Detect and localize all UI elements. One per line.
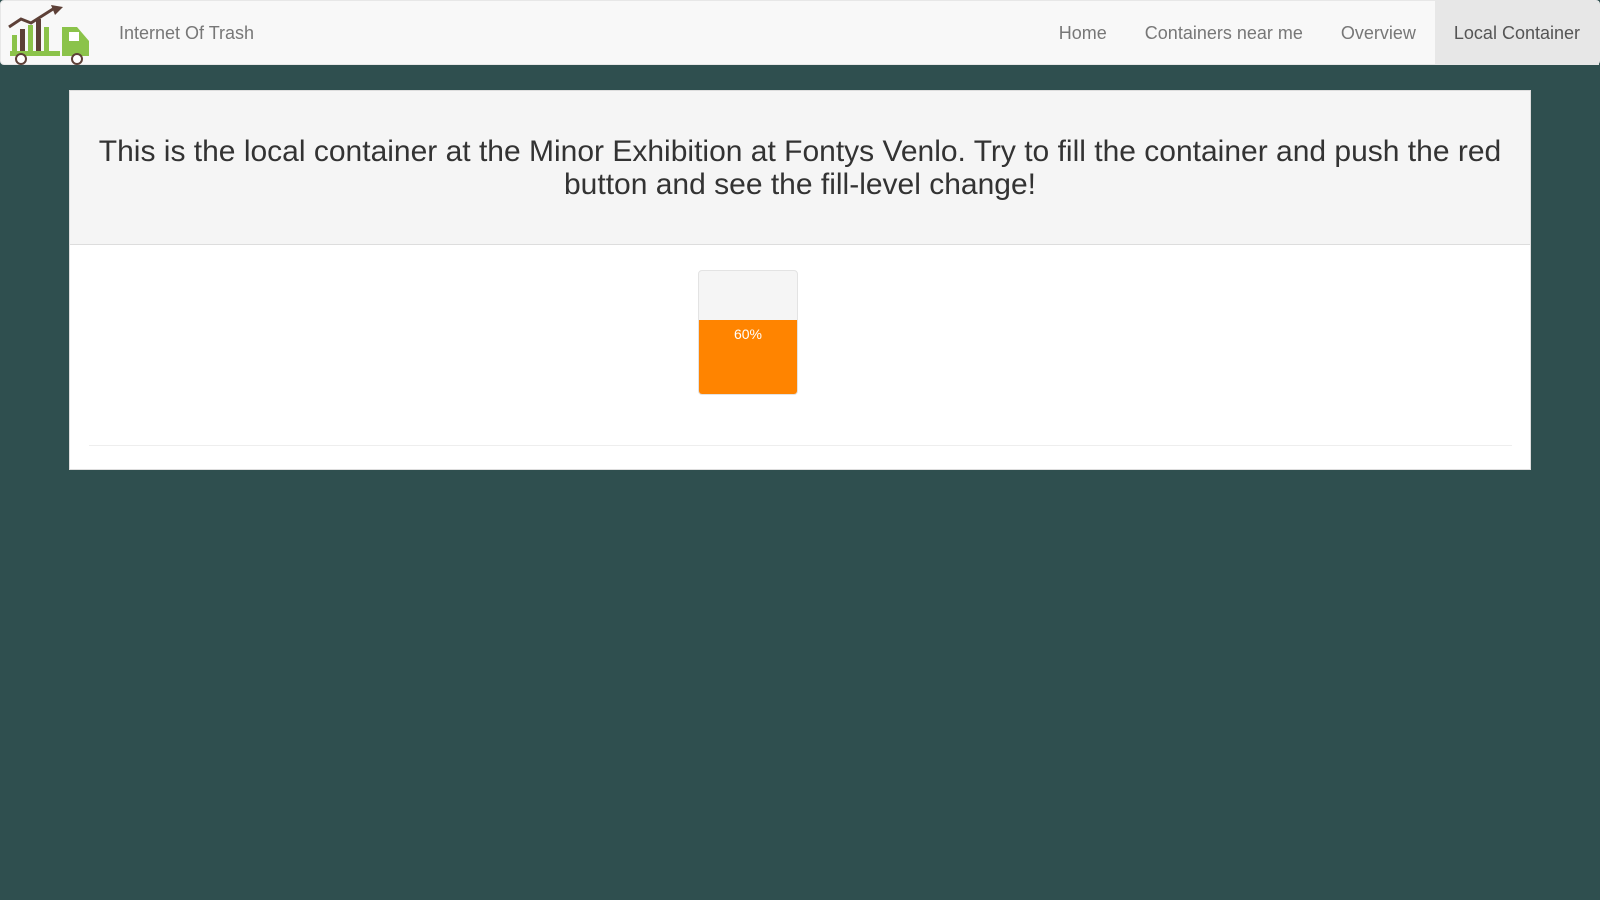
brand-title[interactable]: Internet Of Trash	[119, 1, 254, 65]
panel-heading: This is the local container at the Minor…	[70, 91, 1530, 245]
trash-truck-logo-icon[interactable]	[7, 5, 93, 65]
nav-item-containers-near-me[interactable]: Containers near me	[1126, 1, 1322, 65]
fill-level-gauge: 60%	[698, 270, 798, 395]
local-container-panel: This is the local container at the Minor…	[69, 90, 1531, 470]
fill-level-bar: 60%	[699, 320, 797, 394]
nav-item-home[interactable]: Home	[1040, 1, 1126, 65]
panel-heading-text: This is the local container at the Minor…	[98, 134, 1502, 201]
nav-item-overview[interactable]: Overview	[1322, 1, 1435, 65]
main-nav: Home Containers near me Overview Local C…	[1040, 1, 1599, 65]
top-navbar: Internet Of Trash Home Containers near m…	[0, 0, 1600, 65]
fill-level-label: 60%	[733, 326, 763, 343]
divider	[89, 445, 1512, 446]
nav-item-local-container[interactable]: Local Container	[1434, 1, 1599, 65]
